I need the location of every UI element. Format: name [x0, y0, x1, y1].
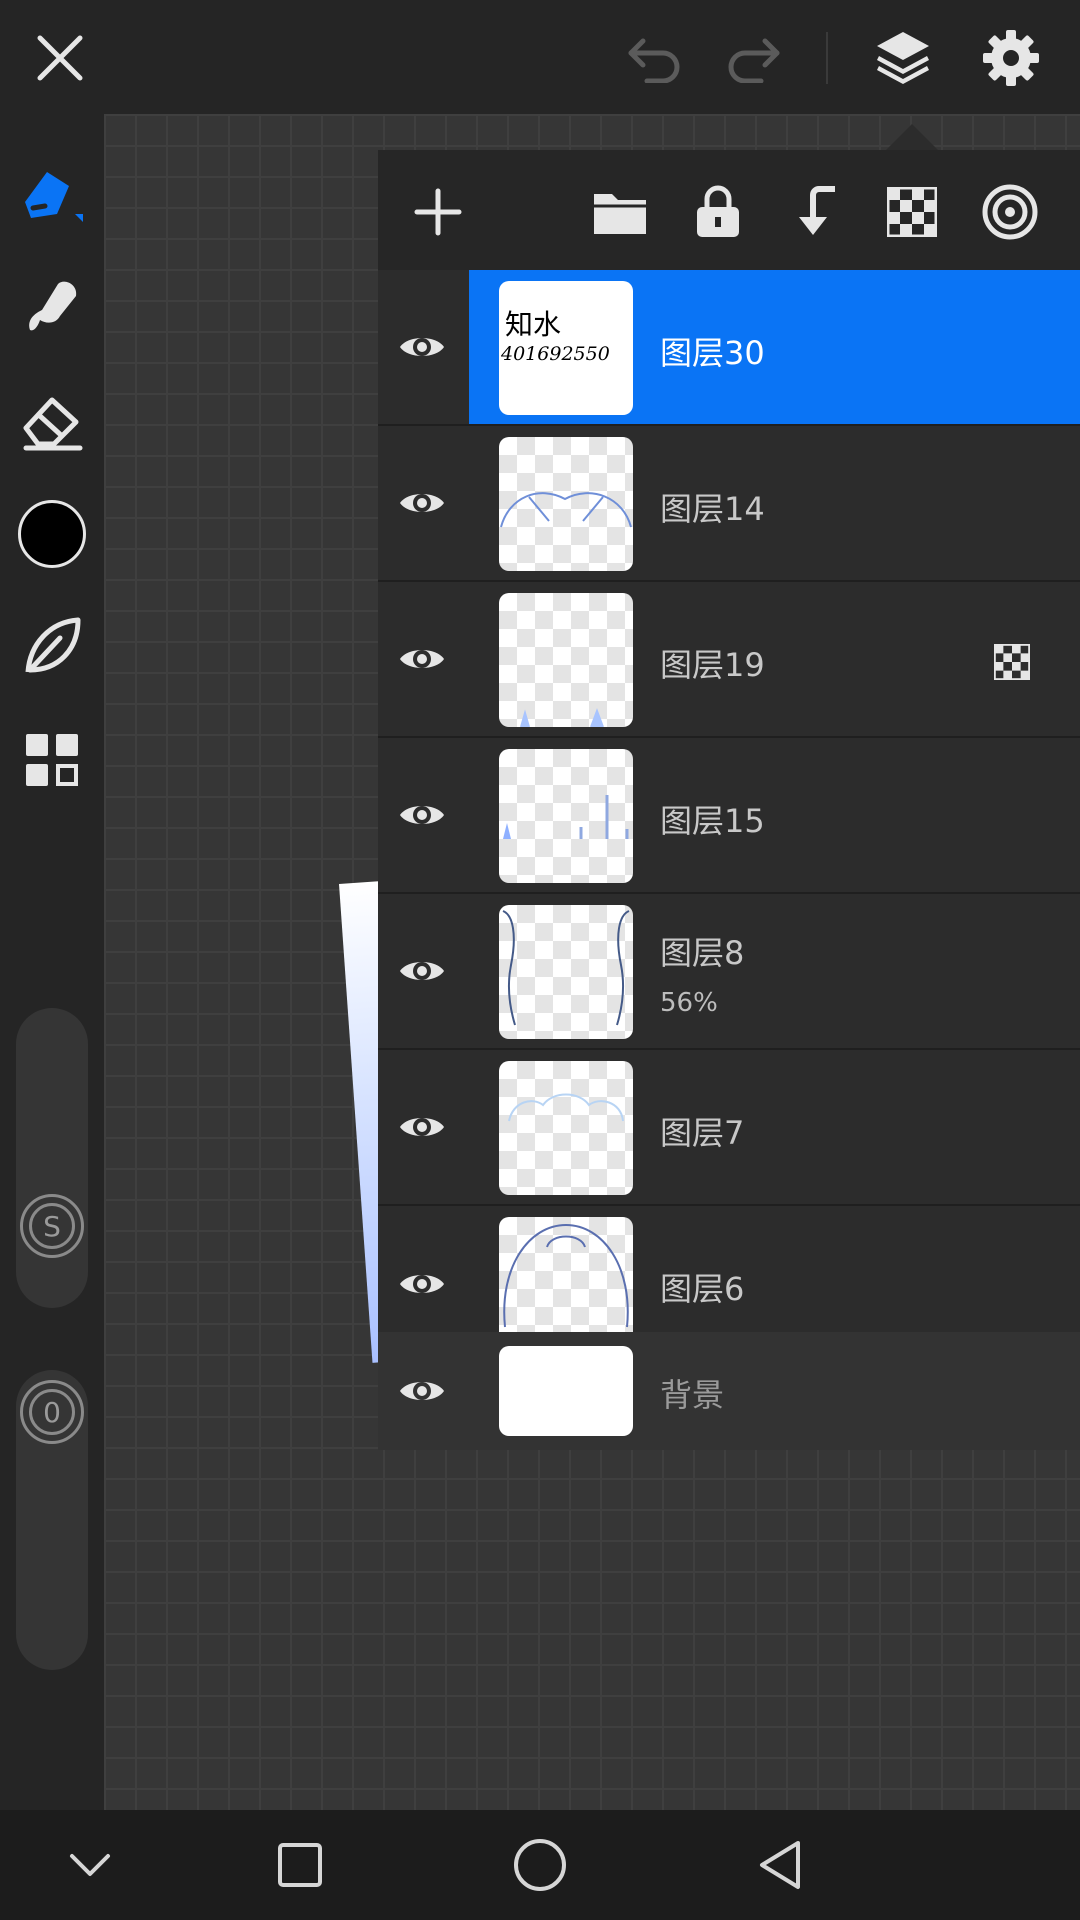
layer-thumbnail — [499, 1217, 633, 1332]
color-swatch[interactable] — [18, 500, 86, 568]
layer-row-background[interactable]: 背景 — [378, 1332, 1080, 1450]
grid-icon[interactable] — [22, 730, 82, 790]
layer-thumbnail — [499, 905, 633, 1039]
top-bar — [0, 0, 1080, 114]
merge-down-icon[interactable] — [786, 180, 846, 242]
layer-row-19[interactable]: 图层19 — [378, 582, 1080, 738]
add-icon[interactable] — [408, 182, 468, 242]
layer-row-14[interactable]: 图层14 — [378, 426, 1080, 582]
size-label: S — [43, 1209, 61, 1243]
chevron-down-icon[interactable] — [60, 1840, 120, 1890]
layer-thumbnail: 知水 401692550 — [499, 281, 633, 415]
undo-icon[interactable] — [622, 30, 688, 86]
target-icon[interactable] — [978, 180, 1042, 244]
gear-icon[interactable] — [978, 26, 1044, 90]
square-icon[interactable] — [270, 1838, 330, 1892]
layer-name: 图层30 — [660, 334, 765, 372]
layer-row-6[interactable]: 图层6 — [378, 1206, 1080, 1332]
circle-icon[interactable] — [508, 1834, 572, 1896]
close-icon[interactable] — [30, 28, 90, 88]
opacity-knob[interactable]: 0 — [20, 1380, 84, 1444]
clipping-mask-icon — [992, 642, 1032, 682]
layer-thumbnail — [499, 593, 633, 727]
toolbar-divider — [826, 32, 828, 84]
brush-size-knob[interactable]: S — [20, 1194, 84, 1258]
eraser-icon[interactable] — [18, 390, 86, 454]
eye-icon[interactable] — [398, 635, 446, 683]
eye-icon[interactable] — [398, 791, 446, 839]
left-toolbar: S 0 — [0, 114, 104, 1810]
layers-panel: 知水 401692550 图层30 图层14 图层19 图层15 图层8 56%… — [378, 150, 1080, 1450]
eye-icon[interactable] — [398, 479, 446, 527]
eye-icon[interactable] — [398, 947, 446, 995]
triangle-back-icon[interactable] — [750, 1836, 810, 1894]
layer-row-15[interactable]: 图层15 — [378, 738, 1080, 894]
lock-icon[interactable] — [688, 180, 748, 242]
brush-icon[interactable] — [14, 160, 90, 230]
layer-name: 图层19 — [660, 646, 765, 684]
thumb-note-line2: 401692550 — [501, 343, 610, 365]
layer-name: 图层6 — [660, 1270, 745, 1308]
eye-icon[interactable] — [398, 1260, 446, 1308]
layer-name: 背景 — [660, 1376, 725, 1414]
folder-icon[interactable] — [590, 182, 650, 242]
layer-thumbnail — [499, 437, 633, 571]
layer-row-7[interactable]: 图层7 — [378, 1050, 1080, 1206]
layer-name: 图层8 — [660, 934, 745, 972]
redo-icon[interactable] — [720, 30, 786, 86]
smudge-icon[interactable] — [18, 272, 86, 340]
layer-opacity: 56% — [660, 988, 718, 1018]
eye-icon[interactable] — [398, 323, 446, 371]
layer-thumbnail — [499, 749, 633, 883]
thumb-note-line1: 知水 — [505, 308, 562, 341]
layer-thumbnail — [499, 1061, 633, 1195]
brush-size-slider[interactable]: S — [16, 1008, 88, 1308]
layer-thumbnail — [499, 1346, 633, 1436]
layer-name: 图层7 — [660, 1114, 745, 1152]
leaf-icon[interactable] — [18, 612, 86, 680]
layers-toolbar — [378, 150, 1080, 270]
layer-row-8[interactable]: 图层8 56% — [378, 894, 1080, 1050]
layer-row-30[interactable]: 知水 401692550 图层30 — [378, 270, 1080, 426]
eye-icon[interactable] — [398, 1367, 446, 1415]
opacity-label: 0 — [43, 1395, 61, 1429]
eye-icon[interactable] — [398, 1103, 446, 1151]
panel-caret — [886, 124, 938, 150]
layers-icon[interactable] — [870, 26, 936, 88]
opacity-slider[interactable]: 0 — [16, 1370, 88, 1670]
checker-icon[interactable] — [882, 182, 942, 242]
layer-name: 图层15 — [660, 802, 765, 840]
system-nav-bar — [0, 1810, 1080, 1920]
layer-name: 图层14 — [660, 490, 765, 528]
